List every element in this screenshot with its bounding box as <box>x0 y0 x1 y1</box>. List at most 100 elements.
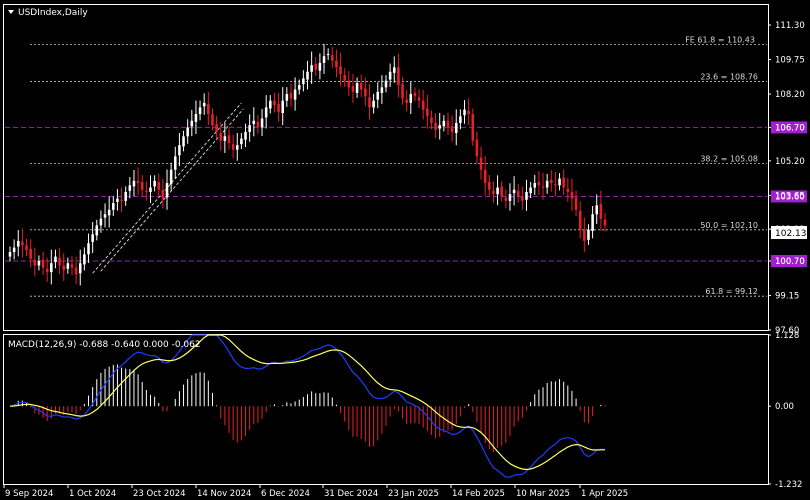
candle-body <box>8 252 12 257</box>
candle-body <box>99 218 103 226</box>
candle-body <box>335 60 338 68</box>
candle-body <box>442 120 446 127</box>
candle-body <box>512 189 516 194</box>
candle-body <box>244 131 247 140</box>
candle-body <box>521 196 524 201</box>
fibonacci-level-label: FE 61.8 = 110.43 <box>685 35 755 44</box>
candle-body <box>488 181 491 190</box>
macd-tick-label: 0.00 <box>775 402 794 412</box>
candle-body <box>566 188 570 192</box>
candle-body <box>273 100 276 106</box>
candle-body <box>173 156 177 170</box>
candle-body <box>145 190 148 192</box>
candle-body <box>500 186 503 197</box>
candle-body <box>331 55 334 61</box>
candle-body <box>70 264 74 268</box>
candle-body <box>434 122 437 130</box>
candle-body <box>264 107 268 118</box>
candle-body <box>467 110 470 115</box>
candle-body <box>583 229 586 241</box>
price-tick-label: 100.70 <box>775 257 805 267</box>
candle-body <box>483 169 487 184</box>
macd-tick-label: 1.128 <box>775 331 799 341</box>
macd-layer <box>9 334 606 478</box>
candle-body <box>417 97 421 101</box>
candle-body <box>599 204 603 219</box>
candle-body <box>202 102 206 107</box>
candle-body <box>45 268 49 273</box>
chart-canvas: FE 61.8 = 110.43 23.6 = 108.76 38.2 = 105.… <box>3 4 807 499</box>
candle-body <box>314 63 318 70</box>
candle-body <box>454 122 458 133</box>
candle-body <box>132 180 136 187</box>
candle-body <box>343 75 346 81</box>
candle-body <box>161 189 165 199</box>
candle-body <box>120 199 123 201</box>
candle-body <box>169 169 173 185</box>
current-price-tag-label: 102.13 <box>775 229 807 239</box>
candle-body <box>380 87 384 93</box>
candle-body <box>459 116 462 123</box>
candle-body <box>223 136 227 141</box>
candle-body <box>339 66 342 75</box>
price-tick-label: 109.75 <box>775 56 805 66</box>
candle-body <box>578 210 582 230</box>
candle-body <box>107 209 111 216</box>
candle-body <box>277 104 280 112</box>
candle-body <box>376 91 380 100</box>
time-tick-label: 23 Oct 2024 <box>133 489 186 499</box>
price-tick-label: 105.20 <box>775 157 805 167</box>
candle-body <box>50 263 53 273</box>
candle-body <box>58 257 61 266</box>
candle-body <box>285 94 289 101</box>
candle-body <box>281 100 284 113</box>
time-tick-label: 23 Jan 2025 <box>388 489 439 499</box>
candle-body <box>306 71 309 80</box>
candle-body <box>570 191 574 199</box>
candle-body <box>91 234 94 243</box>
candle-body <box>128 185 132 191</box>
price-tick-label: 103.65 <box>775 191 805 201</box>
candle-body <box>165 183 169 198</box>
candles-layer <box>8 43 607 286</box>
symbol-header[interactable]: USDIndex,Daily <box>8 8 88 18</box>
axes-layer: 111.30 109.75 108.20 106.70 105.20 103.65 102.… <box>3 21 805 499</box>
candle-body <box>21 242 24 246</box>
candle-body <box>550 179 553 184</box>
candle-body <box>409 94 413 103</box>
candle-body <box>297 85 301 90</box>
candle-body <box>516 190 520 197</box>
candle-body <box>438 125 442 129</box>
fibonacci-level-label: 61.8 = 99.12 <box>705 287 758 296</box>
candle-body <box>227 135 231 144</box>
candle-body <box>413 92 417 97</box>
candle-body <box>574 197 578 210</box>
candle-body <box>302 78 305 85</box>
candle-body <box>587 229 590 240</box>
candle-body <box>603 219 607 226</box>
candle-body <box>248 125 251 132</box>
candle-body <box>504 197 508 201</box>
candle-body <box>541 186 545 188</box>
candle-body <box>149 187 152 192</box>
fibonacci-level-label: 23.6 = 108.76 <box>700 73 758 82</box>
candle-body <box>124 191 127 201</box>
candle-body <box>219 132 223 141</box>
candle-body <box>525 191 528 200</box>
candle-body <box>426 108 429 117</box>
candle-body <box>471 114 475 141</box>
candle-body <box>54 256 57 263</box>
time-tick-label: 9 Sep 2024 <box>5 489 53 499</box>
candle-body <box>207 104 210 115</box>
candle-body <box>83 254 86 265</box>
candle-body <box>479 157 483 170</box>
candle-body <box>475 139 479 157</box>
candle-body <box>29 248 32 259</box>
candle-body <box>74 267 78 275</box>
chevron-down-icon[interactable] <box>8 10 14 14</box>
candle-body <box>140 181 144 190</box>
fibonacci-level-label: 38.2 = 105.08 <box>700 154 758 163</box>
candle-body <box>322 56 326 63</box>
candle-body <box>240 138 243 145</box>
candle-body <box>430 117 433 123</box>
